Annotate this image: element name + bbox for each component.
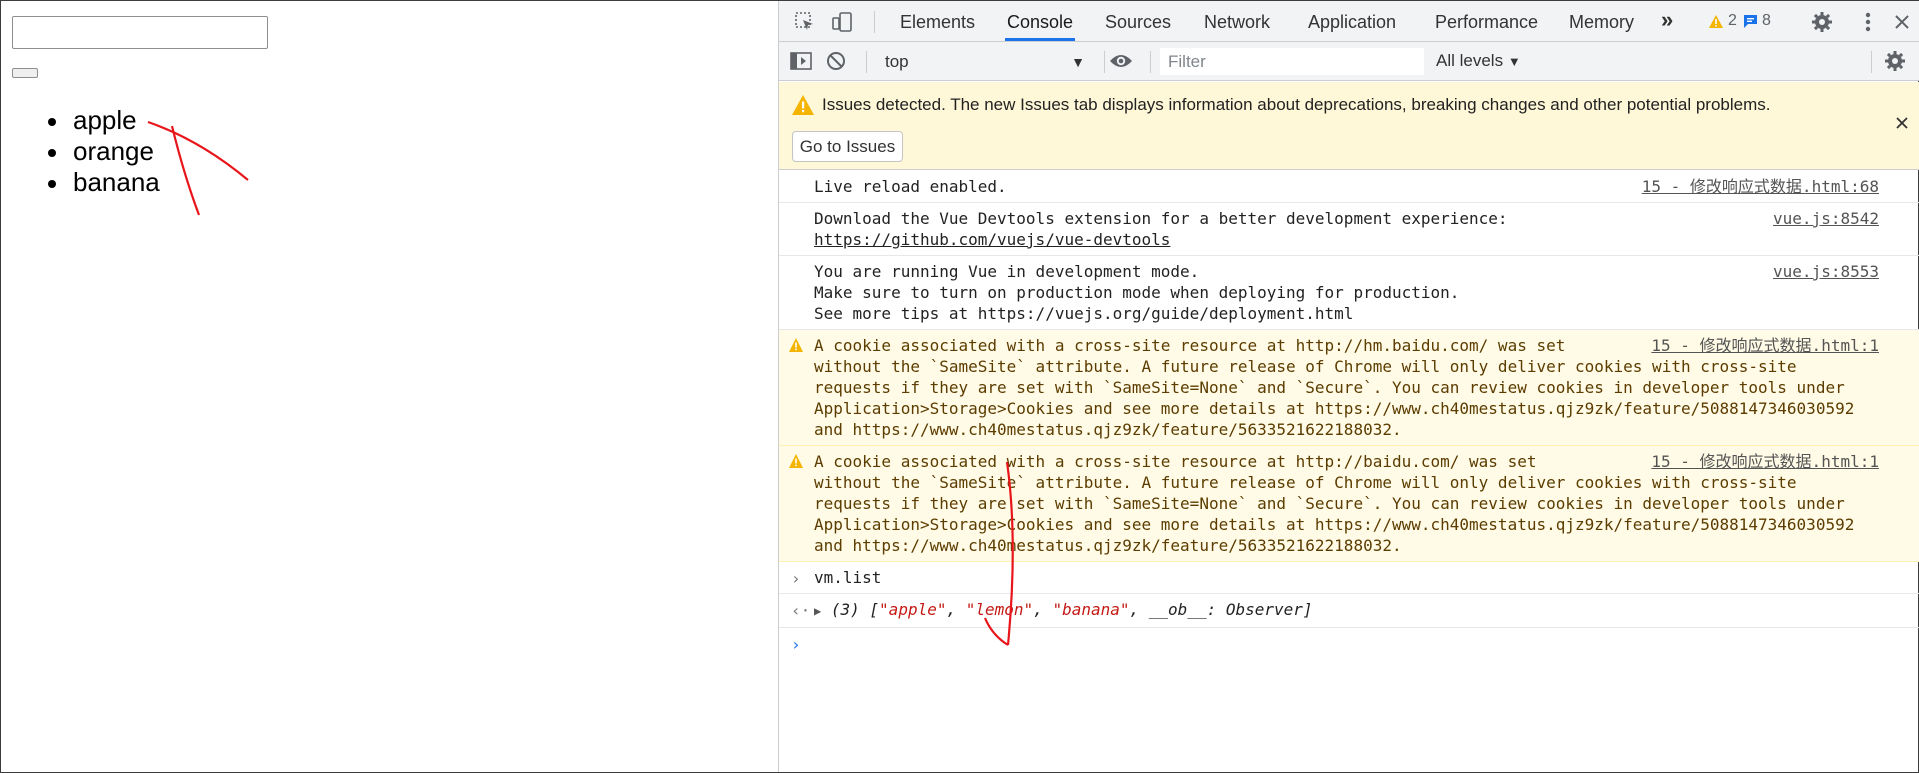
- console-prompt[interactable]: ›: [779, 628, 1919, 658]
- warning-icon: [789, 338, 803, 352]
- log-levels-dropdown[interactable]: All levels ▼: [1436, 51, 1521, 71]
- live-expression-eye-icon[interactable]: [1109, 49, 1133, 73]
- issues-text: Issues detected. The new Issues tab disp…: [822, 95, 1771, 114]
- list-item: apple: [48, 105, 160, 136]
- toolbar-separator: [1104, 51, 1105, 73]
- tab-console[interactable]: Console: [1005, 1, 1076, 41]
- result-value[interactable]: ▶ (3) ["apple", "lemon", "banana", __ob_…: [814, 599, 1919, 622]
- clear-console-icon[interactable]: [824, 49, 848, 73]
- array-count: (3): [830, 600, 860, 619]
- info-count: 8: [1762, 12, 1771, 29]
- console-message: Live reload enabled. 15 - 修改响应式数据.html:6…: [779, 171, 1919, 203]
- close-banner-icon[interactable]: [1895, 113, 1909, 136]
- console-warning: A cookie associated with a cross-site re…: [779, 330, 1919, 446]
- dropdown-arrow-icon: ▼: [1071, 54, 1085, 70]
- toolbar-separator: [1150, 51, 1151, 73]
- settings-gear-icon[interactable]: [1810, 10, 1834, 34]
- tab-sources[interactable]: Sources: [1103, 1, 1173, 41]
- message-line: You are running Vue in development mode.: [814, 262, 1200, 281]
- message-line: without the `SameSite` attribute. A futu…: [814, 357, 1797, 376]
- message-line: See more tips at https://vuejs.org/guide…: [814, 304, 1354, 323]
- console-output: Live reload enabled. 15 - 修改响应式数据.html:6…: [779, 171, 1919, 658]
- message-line: Application>Storage>Cookies and see more…: [814, 515, 1855, 534]
- warning-icon: [789, 454, 803, 468]
- tab-elements[interactable]: Elements: [898, 1, 977, 41]
- console-warning: A cookie associated with a cross-site re…: [779, 446, 1919, 562]
- device-toolbar-icon[interactable]: [830, 10, 854, 34]
- devtools-panel: Elements Console Sources Network Applica…: [778, 1, 1919, 772]
- close-devtools-icon[interactable]: [1890, 10, 1914, 34]
- message-line: Make sure to turn on production mode whe…: [814, 283, 1460, 302]
- tab-application[interactable]: Application: [1306, 1, 1398, 41]
- tab-memory[interactable]: Memory: [1567, 1, 1636, 41]
- message-line: Download the Vue Devtools extension for …: [814, 209, 1508, 228]
- message-link[interactable]: https://github.com/vuejs/vue-devtools: [814, 229, 1919, 250]
- prompt-chevron-icon: ›: [791, 635, 801, 654]
- observer-property: __ob__: Observer: [1148, 600, 1303, 619]
- message-source-link[interactable]: vue.js:8542: [1773, 208, 1879, 229]
- message-line: requests if they are set with `SameSite=…: [814, 494, 1845, 513]
- message-line: Application>Storage>Cookies and see more…: [814, 399, 1855, 418]
- console-toolbar: top ▼ All levels ▼: [779, 42, 1919, 81]
- warning-badge[interactable]: 2: [1708, 12, 1737, 30]
- message-line: without the `SameSite` attribute. A futu…: [814, 473, 1797, 492]
- message-line: requests if they are set with `SameSite=…: [814, 378, 1845, 397]
- go-to-issues-button[interactable]: Go to Issues: [792, 131, 903, 162]
- sidebar-toggle-icon[interactable]: [789, 49, 813, 73]
- warning-count: 2: [1728, 12, 1737, 29]
- warning-icon: [1709, 14, 1723, 28]
- list-item: orange: [48, 136, 160, 167]
- console-message: You are running Vue in development mode.…: [779, 256, 1919, 330]
- tab-network[interactable]: Network: [1202, 1, 1272, 41]
- message-line: and https://www.ch40mestatus.qjz9zk/feat…: [814, 536, 1402, 555]
- fruit-list: apple orange banana: [48, 105, 160, 198]
- array-item: "lemon": [965, 600, 1034, 619]
- more-vertical-icon[interactable]: [1856, 10, 1880, 34]
- toolbar-separator: [1871, 51, 1872, 73]
- toolbar-separator: [866, 51, 867, 73]
- tab-performance[interactable]: Performance: [1433, 1, 1540, 41]
- context-value: top: [885, 52, 909, 71]
- info-badge[interactable]: 8: [1743, 12, 1771, 30]
- console-input-echo: › vm.list: [779, 562, 1919, 594]
- array-item: "banana": [1052, 600, 1130, 619]
- console-result: ‹· ▶ (3) ["apple", "lemon", "banana", __…: [779, 594, 1919, 628]
- web-page: apple orange banana: [1, 1, 777, 772]
- message-source-link[interactable]: 15 - 修改响应式数据.html:1: [1651, 335, 1879, 356]
- message-source-link[interactable]: 15 - 修改响应式数据.html:1: [1651, 451, 1879, 472]
- message-icon: [1744, 14, 1757, 28]
- console-filter-input[interactable]: [1160, 48, 1424, 75]
- echo-text: vm.list: [814, 568, 882, 587]
- page-button[interactable]: [12, 68, 38, 78]
- message-source-link[interactable]: 15 - 修改响应式数据.html:68: [1642, 176, 1879, 197]
- log-levels-label: All levels: [1436, 51, 1504, 70]
- tab-separator: [874, 11, 875, 33]
- devtools-tabbar: Elements Console Sources Network Applica…: [779, 1, 1919, 42]
- message-source-link[interactable]: vue.js:8553: [1773, 261, 1879, 282]
- inspect-element-icon[interactable]: [793, 10, 817, 34]
- warning-icon: [792, 95, 814, 115]
- return-arrow-icon: ‹·: [791, 601, 811, 620]
- context-selector[interactable]: top ▼: [885, 49, 1085, 75]
- expand-triangle-icon[interactable]: ▶: [814, 604, 821, 618]
- chevron-right-icon: ›: [791, 569, 801, 588]
- issues-banner: Issues detected. The new Issues tab disp…: [779, 82, 1919, 170]
- console-message: Download the Vue Devtools extension for …: [779, 203, 1919, 256]
- page-text-input[interactable]: [12, 16, 268, 49]
- list-item: banana: [48, 167, 160, 198]
- dropdown-arrow-icon: ▼: [1507, 54, 1521, 69]
- array-item: "apple": [879, 600, 947, 619]
- console-settings-gear-icon[interactable]: [1883, 49, 1907, 73]
- more-tabs-button[interactable]: »: [1661, 7, 1673, 33]
- message-line: and https://www.ch40mestatus.qjz9zk/feat…: [814, 420, 1402, 439]
